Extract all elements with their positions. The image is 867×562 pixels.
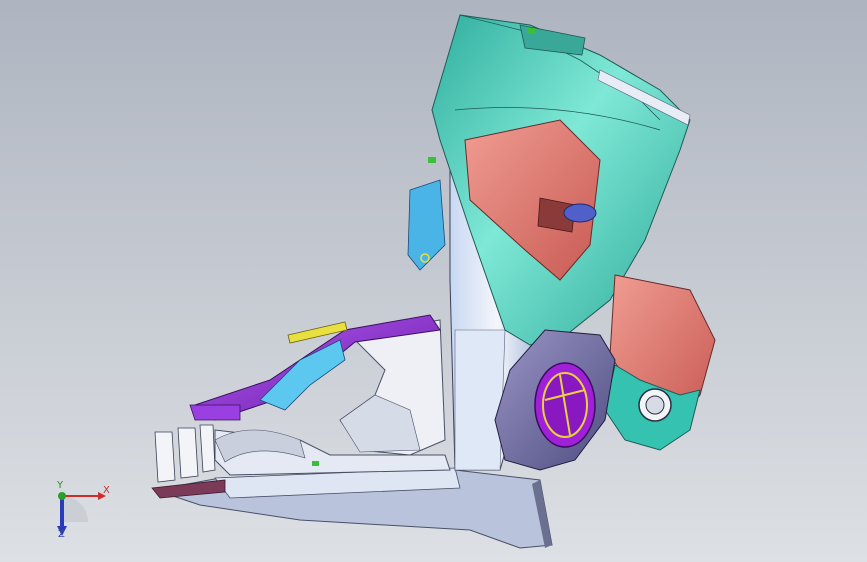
cad-model[interactable] xyxy=(0,0,867,562)
bottom-tray[interactable] xyxy=(151,467,553,549)
front-clips[interactable] xyxy=(154,424,216,483)
graphics-viewport[interactable]: X Y Z xyxy=(0,0,867,562)
x-axis-label: X xyxy=(103,485,110,496)
z-axis-label: Z xyxy=(58,529,65,540)
y-axis-label: Y xyxy=(57,480,64,491)
axis-triad: X Y Z xyxy=(40,478,120,548)
